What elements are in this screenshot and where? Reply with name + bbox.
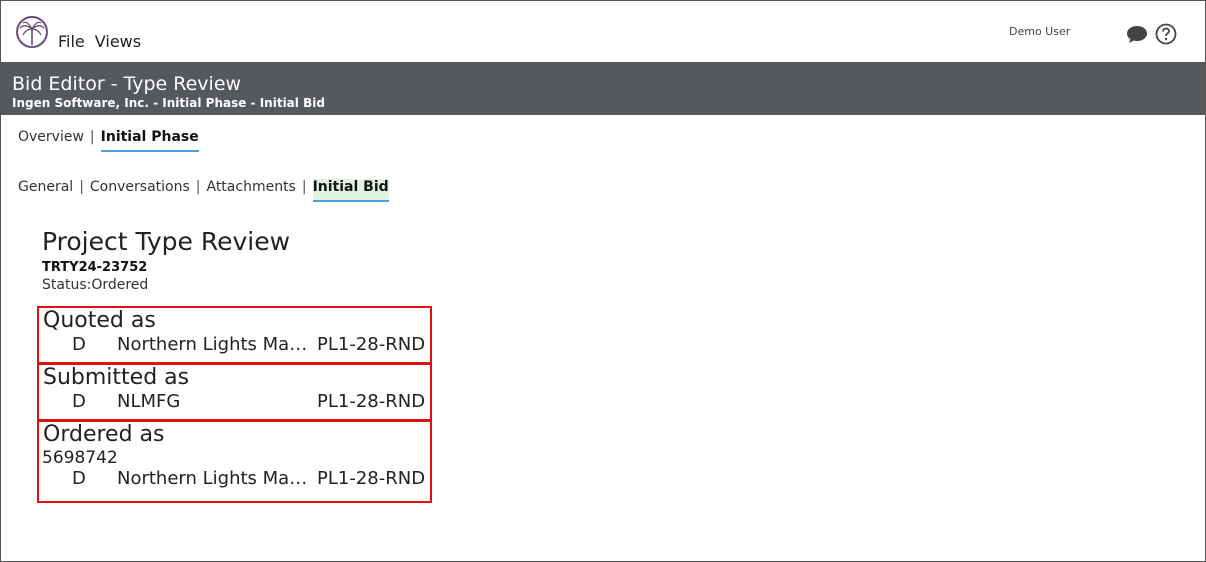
tab-overview[interactable]: Overview (18, 129, 84, 150)
project-title: Project Type Review (42, 227, 291, 256)
project-status: Status:Ordered (42, 277, 149, 293)
list-item: D NLMFG PL1-28-RND (39, 391, 430, 413)
user-name[interactable]: Demo User (1009, 25, 1070, 38)
section-heading: Submitted as (43, 365, 190, 390)
top-bar: File Views Demo User (1, 1, 1205, 62)
item-part: PL1-28-RND (317, 391, 426, 412)
section-heading: Quoted as (43, 308, 156, 333)
tab-initial-bid[interactable]: Initial Bid (312, 179, 389, 202)
tab-separator: | (79, 179, 84, 195)
list-item: D Northern Lights Manufacturing PL1-28-R… (39, 468, 430, 490)
item-part: PL1-28-RND (317, 468, 426, 489)
tab-attachments[interactable]: Attachments (206, 179, 295, 200)
tab-general[interactable]: General (18, 179, 73, 200)
page-header: Bid Editor - Type Review Ingen Software,… (1, 62, 1205, 115)
item-code: D (72, 391, 86, 412)
page-subtitle: Ingen Software, Inc. - Initial Phase - I… (12, 96, 325, 110)
tab-separator: | (195, 179, 201, 195)
page-title: Bid Editor - Type Review (12, 73, 242, 95)
item-name: NLMFG (117, 391, 181, 412)
menu-views[interactable]: Views (95, 32, 141, 51)
item-name: Northern Lights Manufacturing (117, 334, 315, 355)
tab-initial-phase[interactable]: Initial Phase (100, 129, 199, 152)
project-id: TRTY24-23752 (42, 260, 148, 275)
item-name: Northern Lights Manufacturing (117, 468, 315, 489)
help-icon[interactable] (1155, 23, 1177, 45)
ordered-as-section: Ordered as 5698742 D Northern Lights Man… (37, 420, 432, 503)
palm-tree-logo-icon[interactable] (15, 15, 49, 49)
item-code: D (72, 334, 86, 355)
tab-separator: | (89, 129, 95, 145)
item-code: D (72, 468, 86, 489)
submitted-as-section: Submitted as D NLMFG PL1-28-RND (37, 363, 432, 421)
tab-separator: | (301, 179, 307, 195)
list-item: D Northern Lights Manufacturing PL1-28-R… (39, 334, 430, 356)
section-heading: Ordered as (43, 422, 165, 447)
project-summary: Project Type Review TRTY24-23752 Status:… (42, 227, 290, 293)
item-part: PL1-28-RND (317, 334, 426, 355)
primary-tabs: Overview | Initial Phase (18, 129, 199, 152)
secondary-tabs: General | Conversations | Attachments | Initia… (18, 179, 389, 202)
tab-conversations[interactable]: Conversations (90, 179, 190, 200)
order-number: 5698742 (42, 448, 118, 468)
menu-bar: File Views (58, 32, 151, 51)
chat-bubble-icon[interactable] (1126, 24, 1148, 44)
menu-file[interactable]: File (58, 32, 85, 51)
quoted-as-section: Quoted as D Northern Lights Manufacturin… (37, 306, 432, 364)
